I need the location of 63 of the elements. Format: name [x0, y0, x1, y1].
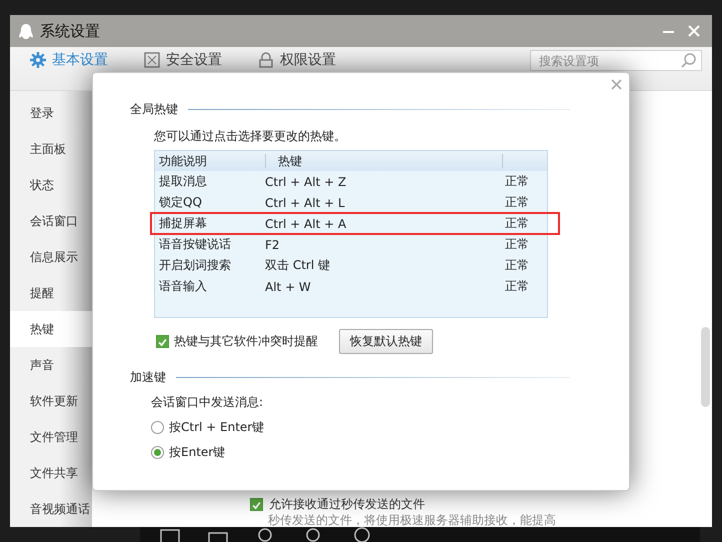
scrollbar-thumb[interactable] — [701, 327, 710, 407]
search-icon — [681, 53, 696, 68]
table-cell-text: 锁定QQ — [158, 194, 203, 211]
search-field[interactable]: 搜索设置项 — [530, 50, 702, 71]
table-cell-text: 正常 — [504, 278, 529, 295]
hint-text: 您可以通过点击选择要更改的热键。 — [154, 128, 347, 145]
table-cell-text: 正常 — [504, 257, 529, 274]
table-cell-text: F2 — [265, 238, 281, 252]
sidebar-item[interactable]: 提醒 — [10, 275, 92, 311]
checkbox[interactable] — [250, 498, 263, 511]
table-cell-text: 语音输入 — [158, 278, 208, 295]
tab[interactable]: 安全设置 — [144, 50, 222, 69]
table-cell-text: 提取消息 — [158, 173, 208, 190]
tab[interactable]: 权限设置 — [258, 50, 336, 69]
checkbox-label: 允许接收通过秒传发送的文件 — [269, 496, 425, 513]
table-cell-text: Alt + W — [265, 280, 312, 294]
check-icon — [251, 499, 262, 512]
window-title: 系统设置 — [40, 22, 101, 40]
lock-icon — [258, 52, 274, 68]
radio-button[interactable] — [151, 446, 164, 459]
sidebar-item[interactable]: 信息展示 — [10, 239, 92, 275]
check-icon — [157, 336, 168, 349]
sidebar-item[interactable]: 登录 — [10, 95, 92, 131]
sidebar-item[interactable]: 声音 — [10, 347, 92, 383]
checkbox[interactable] — [156, 335, 169, 348]
column-header[interactable]: 热键 — [266, 152, 502, 170]
table-cell-text: 捕捉屏幕 — [158, 215, 208, 232]
table-cell-text: Ctrl + Alt + L — [265, 196, 346, 210]
section-heading: 加速键 — [130, 369, 166, 386]
column-header[interactable]: 功能说明 — [155, 152, 265, 170]
sidebar-item[interactable]: 软件更新 — [10, 383, 92, 419]
restore-defaults-button[interactable]: 恢复默认热键 — [339, 329, 433, 354]
table-cell-text: 正常 — [504, 215, 529, 232]
table-cell-text: 双击 Ctrl 键 — [265, 257, 331, 274]
radio-button[interactable] — [151, 421, 164, 434]
table-cell-text: 正常 — [504, 173, 529, 190]
sidebar-item[interactable]: 会话窗口 — [10, 203, 92, 239]
sidebar-item[interactable]: 状态 — [10, 167, 92, 203]
column-separator — [265, 154, 266, 168]
description-text: 秒传发送的文件，将使用极速服务器辅助接收，能提高 — [268, 513, 557, 527]
column-separator — [502, 154, 503, 168]
table-cell-text: Ctrl + Alt + A — [265, 216, 348, 230]
gear-icon — [30, 52, 46, 68]
penguin-icon — [18, 22, 34, 40]
sidebar-item[interactable]: 音视频通话 — [10, 491, 92, 527]
close-icon — [688, 25, 700, 37]
checkbox-label: 热键与其它软件冲突时提醒 — [174, 333, 318, 350]
table-cell-text: 正常 — [504, 236, 529, 253]
radio-label: 按Enter键 — [169, 444, 226, 461]
close-icon — [611, 79, 622, 90]
sidebar-item[interactable]: 热键 — [10, 311, 92, 347]
prompt-text: 会话窗口中发送消息: — [151, 394, 264, 411]
table-cell-text: 开启划词搜索 — [158, 257, 232, 274]
radio-label: 按Ctrl + Enter键 — [169, 419, 264, 436]
table-cell-text: Ctrl + Alt + Z — [265, 174, 348, 188]
table-cell-text: 语音按键说话 — [158, 236, 232, 253]
sidebar-item[interactable]: 文件共享 — [10, 455, 92, 491]
sidebar-item[interactable]: 文件管理 — [10, 419, 92, 455]
square-icon — [144, 52, 160, 68]
table-cell-text: 正常 — [504, 194, 529, 211]
sidebar-item[interactable]: 主面板 — [10, 131, 92, 167]
section-heading: 全局热键 — [130, 101, 178, 118]
close-button[interactable] — [609, 77, 624, 92]
